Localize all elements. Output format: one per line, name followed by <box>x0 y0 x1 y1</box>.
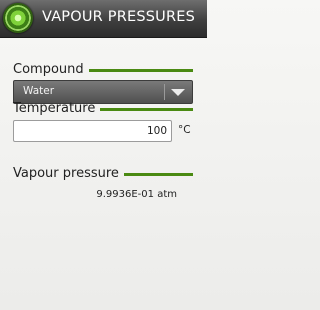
app-title: VAPOUR PRESSURES <box>42 9 196 25</box>
compound-label: Compound <box>13 62 84 77</box>
vapour-pressure-value: 9.9936E-01 atm <box>96 189 177 200</box>
compound-heading: Compound <box>13 62 193 77</box>
temperature-unit: °C <box>178 124 191 136</box>
chevron-down-icon[interactable] <box>171 89 185 96</box>
temperature-heading: Temperature <box>13 101 193 116</box>
vapour-pressure-section: Vapour pressure <box>13 166 193 181</box>
temperature-label: Temperature <box>13 101 96 116</box>
temperature-input[interactable]: 100 <box>13 120 172 142</box>
compound-selected-value: Water <box>23 85 55 97</box>
dropdown-divider <box>164 84 165 100</box>
title-bar: VAPOUR PRESSURES <box>0 0 207 38</box>
vapour-pressure-label: Vapour pressure <box>13 166 119 181</box>
vapour-pressure-heading: Vapour pressure <box>13 166 193 181</box>
section-divider <box>123 172 193 176</box>
temperature-section: Temperature <box>13 101 193 116</box>
app-logo-icon <box>3 3 33 33</box>
section-divider <box>100 107 193 111</box>
compound-section: Compound <box>13 62 193 77</box>
section-divider <box>88 68 193 72</box>
